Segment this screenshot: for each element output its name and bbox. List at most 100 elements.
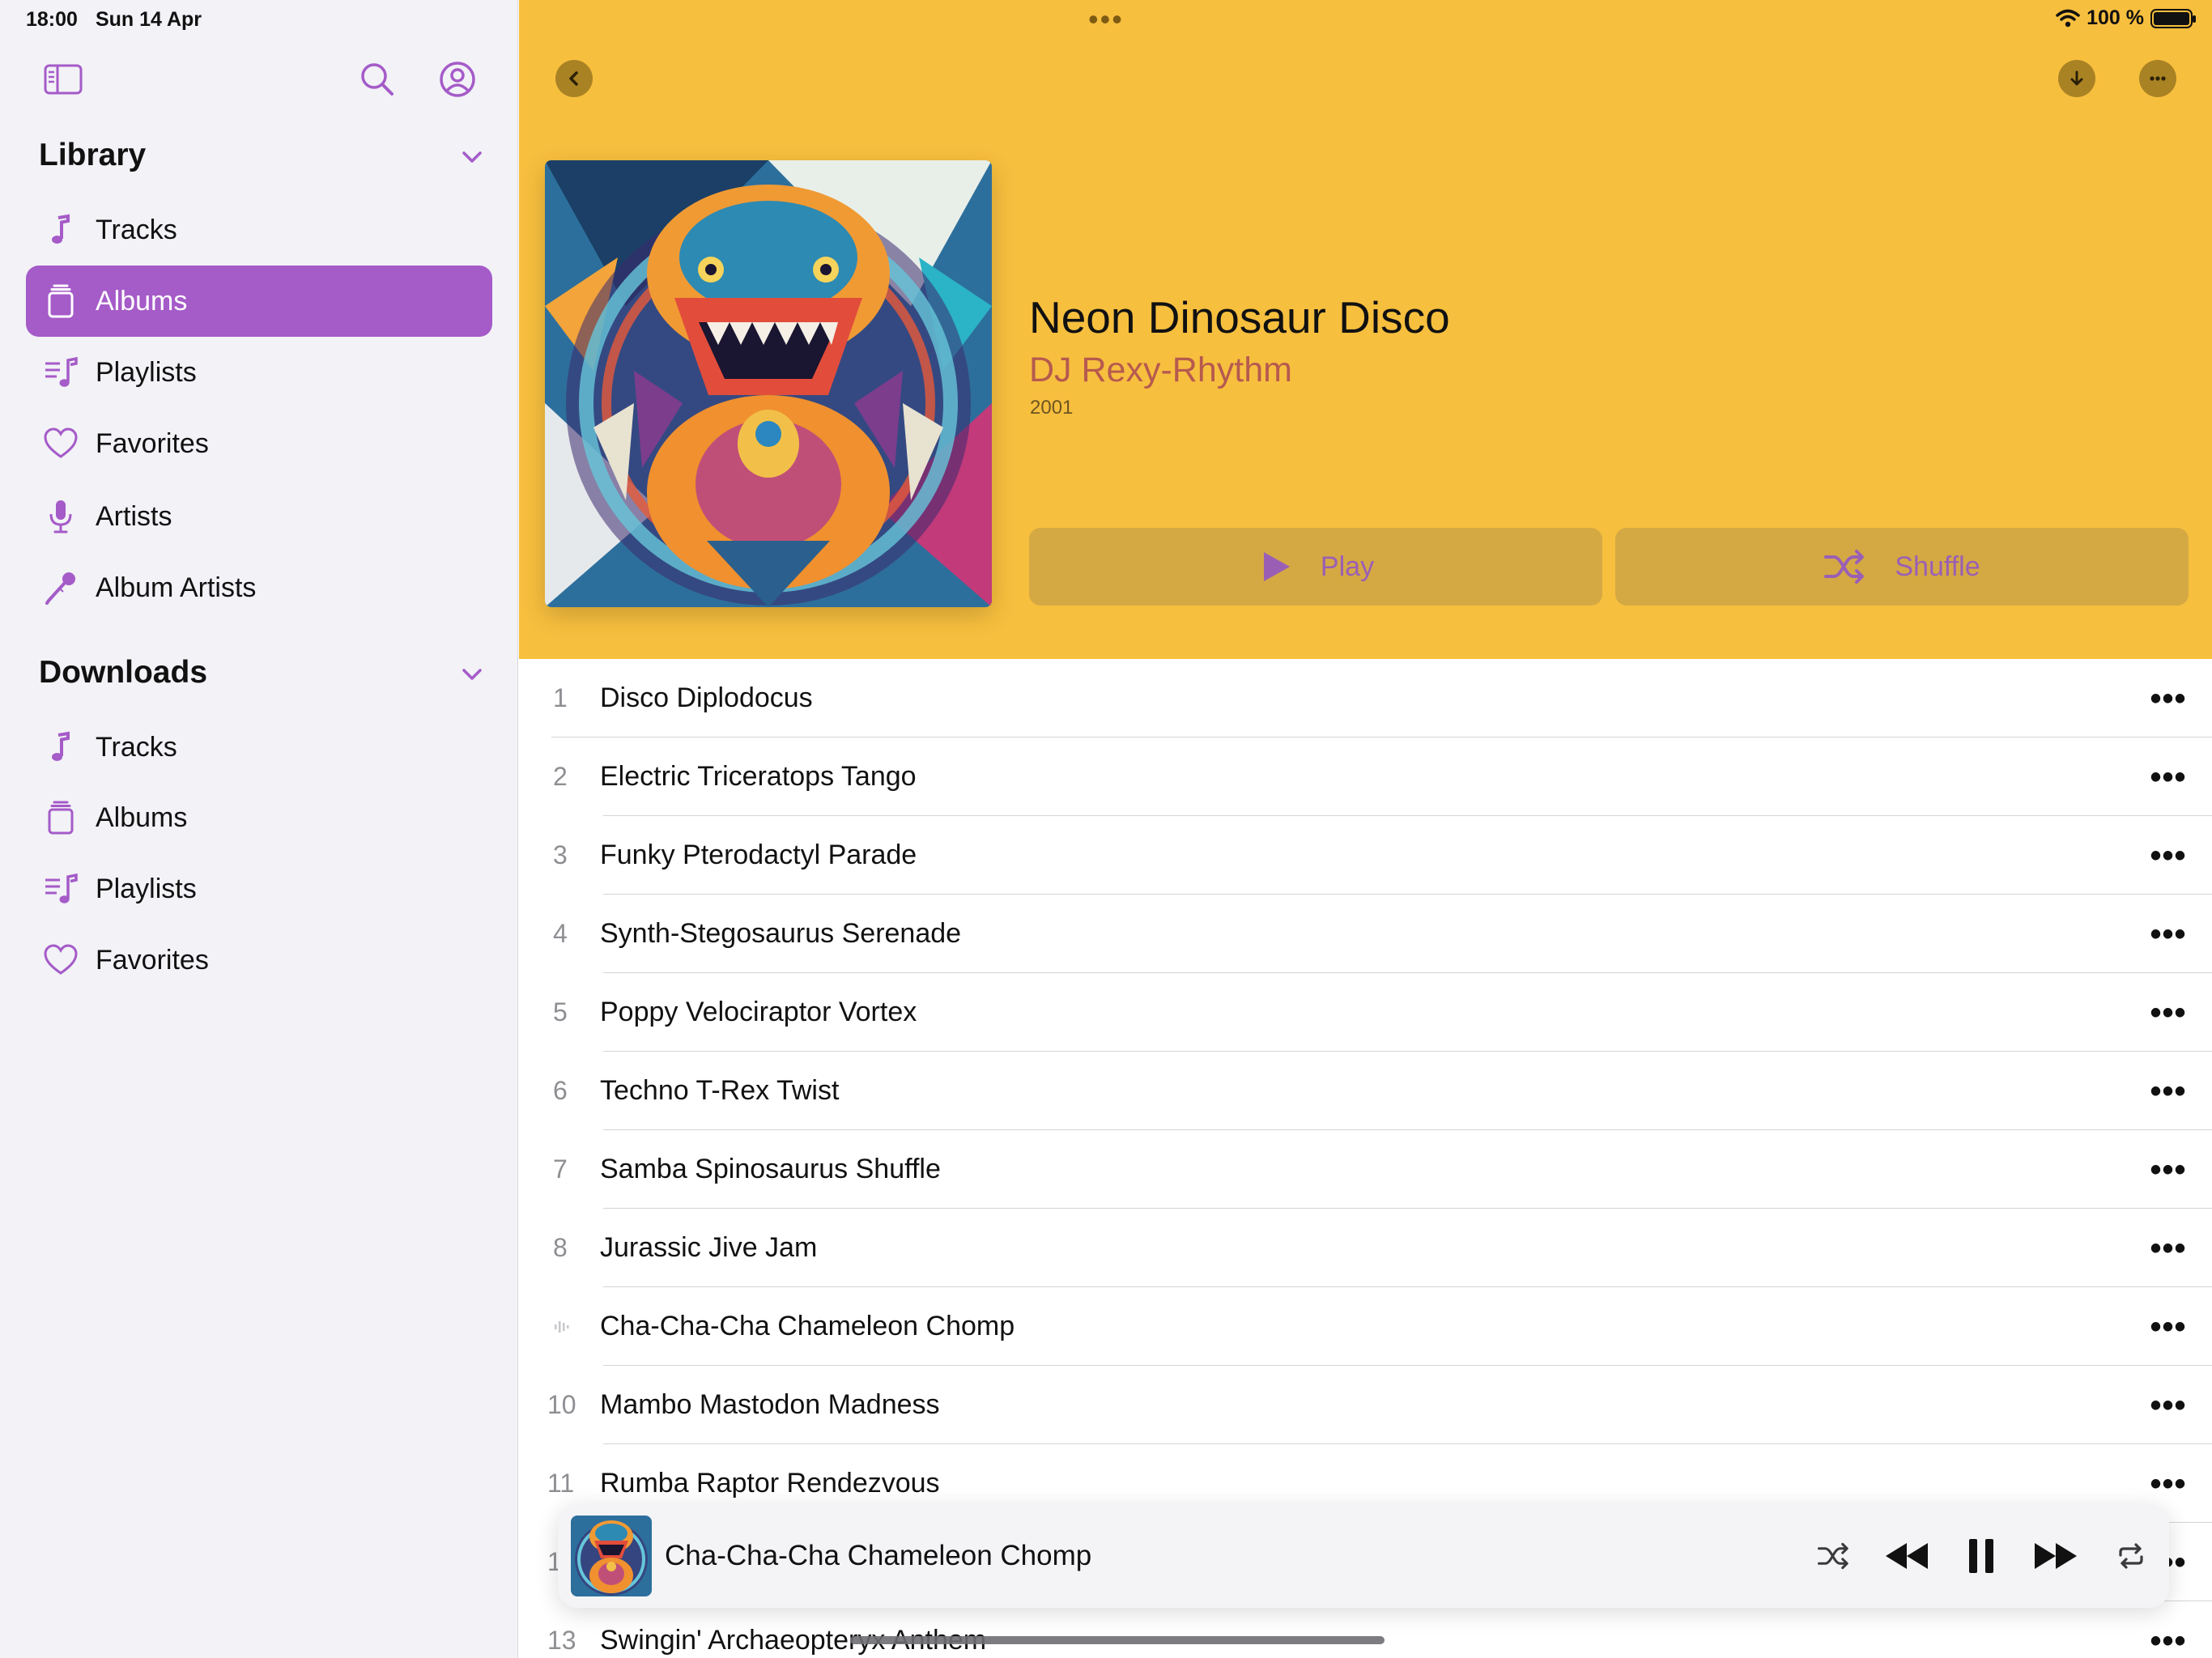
play-button[interactable]: Play — [1029, 528, 1602, 606]
sidebar-item-tracks[interactable]: Tracks — [26, 194, 492, 266]
track-number: 11 — [547, 1469, 575, 1498]
track-more-icon[interactable]: ••• — [2144, 997, 2193, 1029]
status-date: Sun 14 Apr — [95, 8, 202, 31]
sidebar-item-label: Playlists — [96, 356, 197, 388]
track-more-icon[interactable]: ••• — [2144, 1625, 2193, 1657]
shuffle-icon — [1824, 550, 1865, 584]
status-bar-right: 100 % — [2056, 6, 2196, 30]
heart-icon — [26, 942, 96, 979]
track-number: 10 — [547, 1390, 576, 1419]
track-more-icon[interactable]: ••• — [2144, 1154, 2193, 1186]
library-chevron-down-icon[interactable] — [458, 143, 486, 171]
play-icon — [1263, 552, 1290, 581]
library-header[interactable]: Library — [39, 138, 146, 173]
table-row[interactable]: 3 Funky Pterodactyl Parade ••• — [519, 816, 2212, 895]
track-number: 2 — [553, 762, 568, 791]
album-detail: ••• 100 % Neon Dinosaur Disco DJ Rexy-Rh… — [519, 0, 2212, 1658]
track-more-icon[interactable]: ••• — [2144, 682, 2193, 715]
sidebar-item-label: Favorites — [96, 944, 209, 976]
table-row[interactable]: 6 Techno T-Rex Twist ••• — [519, 1052, 2212, 1130]
track-number: 5 — [553, 997, 568, 1027]
previous-track-button[interactable] — [1866, 1541, 1947, 1571]
table-row[interactable]: 13 Swingin' Archaeopteryx Anthem ••• — [519, 1601, 2212, 1658]
fast-forward-icon — [2035, 1543, 2077, 1569]
album-cover — [545, 160, 992, 607]
wifi-icon — [2056, 9, 2080, 27]
repeat-icon — [2119, 1543, 2143, 1569]
table-row[interactable]: 1 Disco Diplodocus ••• — [519, 659, 2212, 738]
repeat-button[interactable] — [2096, 1542, 2166, 1570]
chevron-left-icon — [569, 71, 578, 86]
account-icon[interactable] — [435, 57, 480, 102]
music-note-icon — [26, 211, 96, 249]
track-more-icon[interactable]: ••• — [2144, 1232, 2193, 1265]
track-more-icon[interactable]: ••• — [2144, 1468, 2193, 1500]
heart-icon — [26, 425, 96, 462]
table-row[interactable]: 4 Synth-Stegosaurus Serenade ••• — [519, 895, 2212, 973]
home-indicator[interactable] — [850, 1636, 1385, 1644]
album-stack-icon — [26, 799, 96, 836]
playlist-icon — [26, 354, 96, 391]
mini-shuffle-button[interactable] — [1802, 1542, 1866, 1570]
multitasking-dots-icon[interactable]: ••• — [1088, 5, 1124, 34]
battery-percent: 100 % — [2087, 6, 2144, 29]
table-row[interactable]: 7 Samba Spinosaurus Shuffle ••• — [519, 1130, 2212, 1209]
sidebar-item-favorites[interactable]: Favorites — [26, 408, 492, 479]
pause-button[interactable] — [1947, 1537, 2015, 1575]
track-number: 6 — [553, 1076, 568, 1105]
sidebar-item-label: Playlists — [96, 873, 197, 904]
now-playing-title: Cha-Cha-Cha Chameleon Chomp — [665, 1540, 1092, 1571]
sidebar-toggle-icon[interactable] — [40, 57, 86, 102]
download-arrow-icon — [2070, 70, 2083, 86]
track-more-icon[interactable]: ••• — [2144, 1389, 2193, 1422]
downloads-chevron-down-icon[interactable] — [458, 661, 486, 688]
track-title: Techno T-Rex Twist — [600, 1075, 840, 1106]
sidebar-item-downloads-favorites[interactable]: Favorites — [26, 925, 492, 996]
sidebar-item-album-artists[interactable]: Album Artists — [26, 552, 492, 623]
track-title: Samba Spinosaurus Shuffle — [600, 1154, 941, 1184]
track-more-icon[interactable]: ••• — [2144, 840, 2193, 872]
sidebar-item-label: Albums — [96, 285, 188, 317]
table-row[interactable]: 2 Electric Triceratops Tango ••• — [519, 738, 2212, 816]
track-number: 4 — [553, 919, 568, 948]
back-button[interactable] — [555, 60, 593, 97]
pause-icon — [1969, 1539, 1993, 1573]
track-more-icon[interactable]: ••• — [2144, 1311, 2193, 1343]
more-options-button[interactable] — [2139, 60, 2176, 97]
track-title: Jurassic Jive Jam — [600, 1232, 818, 1263]
track-more-icon[interactable]: ••• — [2144, 761, 2193, 793]
mini-player[interactable]: Cha-Cha-Cha Chameleon Chomp — [558, 1504, 2169, 1608]
track-more-icon[interactable]: ••• — [2144, 918, 2193, 950]
sidebar-item-downloads-playlists[interactable]: Playlists — [26, 853, 492, 925]
sidebar-item-artists[interactable]: Artists — [26, 481, 492, 552]
track-title: Cha-Cha-Cha Chameleon Chomp — [600, 1311, 1015, 1341]
album-artist-link[interactable]: DJ Rexy-Rhythm — [1029, 351, 1292, 390]
sidebar-item-downloads-albums[interactable]: Albums — [26, 782, 492, 853]
sidebar-item-label: Tracks — [96, 214, 177, 245]
shuffle-icon — [1818, 1542, 1848, 1570]
downloads-header[interactable]: Downloads — [39, 655, 207, 691]
track-title: Electric Triceratops Tango — [600, 761, 917, 792]
track-number: 7 — [553, 1154, 568, 1184]
next-track-button[interactable] — [2015, 1541, 2096, 1571]
now-playing-bars-icon — [555, 1320, 569, 1333]
track-title: Synth-Stegosaurus Serenade — [600, 918, 962, 949]
download-button[interactable] — [2058, 60, 2095, 97]
table-row[interactable]: 8 Jurassic Jive Jam ••• — [519, 1209, 2212, 1287]
track-more-icon[interactable]: ••• — [2144, 1075, 2193, 1107]
track-title: Disco Diplodocus — [600, 682, 813, 713]
search-icon[interactable] — [355, 57, 400, 102]
sidebar-item-downloads-tracks[interactable]: Tracks — [26, 712, 492, 783]
track-number: 8 — [553, 1233, 568, 1262]
status-time: 18:00 — [26, 8, 78, 31]
shuffle-button[interactable]: Shuffle — [1615, 528, 2189, 606]
music-note-icon — [26, 729, 96, 766]
album-title: Neon Dinosaur Disco — [1029, 292, 1450, 342]
sidebar-item-playlists[interactable]: Playlists — [26, 337, 492, 408]
table-row-now-playing[interactable]: Cha-Cha-Cha Chameleon Chomp ••• — [519, 1287, 2212, 1366]
sidebar-item-albums[interactable]: Albums — [26, 266, 492, 337]
table-row[interactable]: 10 Mambo Mastodon Madness ••• — [519, 1366, 2212, 1444]
ellipsis-icon — [2150, 76, 2166, 81]
table-row[interactable]: 5 Poppy Velociraptor Vortex ••• — [519, 973, 2212, 1052]
sidebar-item-label: Favorites — [96, 427, 209, 459]
